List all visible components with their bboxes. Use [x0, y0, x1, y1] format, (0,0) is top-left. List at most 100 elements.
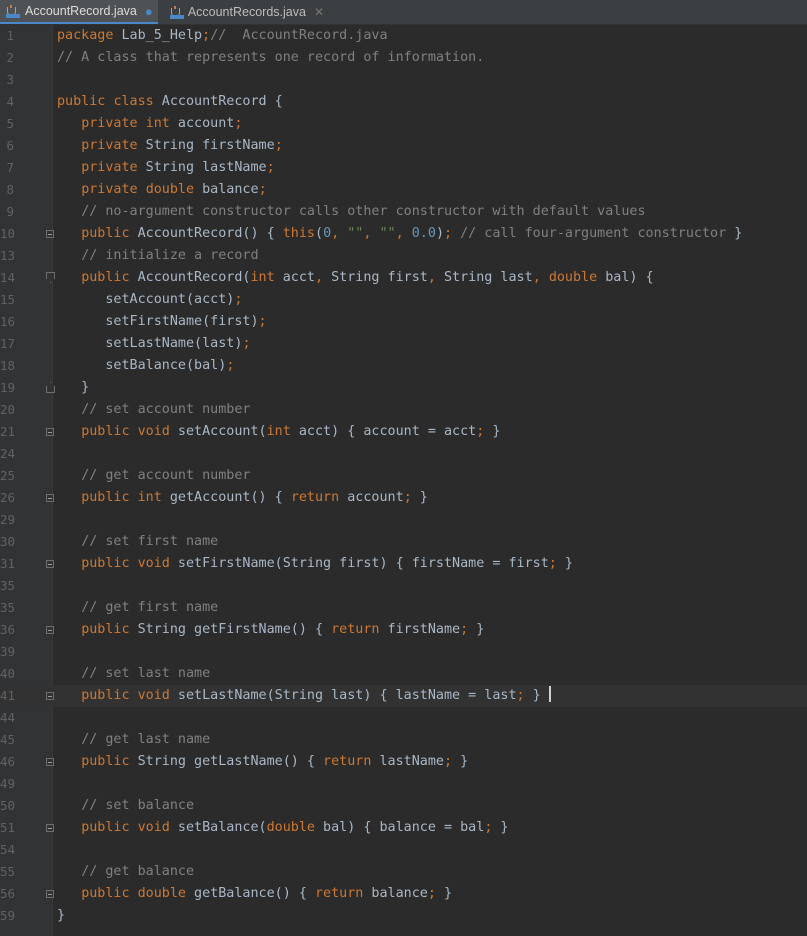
- code-line[interactable]: 35 // get first name: [0, 597, 807, 619]
- line-number: 49: [0, 776, 16, 791]
- fold-marker-icon[interactable]: [46, 758, 54, 766]
- fold-marker-icon[interactable]: [46, 230, 54, 238]
- code-text: setAccount(acct);: [57, 292, 243, 307]
- line-number: 20: [0, 402, 16, 417]
- code-line[interactable]: 10 public AccountRecord() { this(0, "", …: [0, 223, 807, 245]
- code-text: // set balance: [81, 798, 195, 813]
- line-number: 55: [0, 864, 16, 879]
- fold-marker-icon[interactable]: [46, 560, 54, 568]
- line-number: 16: [0, 314, 16, 329]
- code-line[interactable]: 49: [0, 773, 807, 795]
- line-number: 59: [0, 908, 16, 923]
- code-text: private double balance;: [81, 182, 267, 197]
- code-line[interactable]: 46 public String getLastName() { return …: [0, 751, 807, 773]
- code-line[interactable]: 26 public int getAccount() { return acco…: [0, 487, 807, 509]
- line-number: 1: [6, 28, 14, 43]
- line-number: 31: [0, 556, 16, 571]
- code-text: setBalance(bal);: [57, 358, 235, 373]
- code-line[interactable]: 29: [0, 509, 807, 531]
- fold-marker-icon[interactable]: [46, 692, 54, 700]
- code-line[interactable]: 19 }: [0, 377, 807, 399]
- code-editor[interactable]: 1 package Lab_5_Help;// AccountRecord.jav…: [0, 25, 807, 936]
- code-line[interactable]: 1 package Lab_5_Help;// AccountRecord.jav…: [0, 25, 807, 47]
- code-text: public void setBalance(double bal) { bal…: [81, 820, 509, 835]
- code-line[interactable]: 20 // set account number: [0, 399, 807, 421]
- line-number: 17: [0, 336, 16, 351]
- line-number: 24: [0, 446, 16, 461]
- code-line[interactable]: 6 private String firstName;: [0, 135, 807, 157]
- code-text: public class AccountRecord {: [57, 94, 283, 109]
- code-line[interactable]: 30 // set first name: [0, 531, 807, 553]
- code-line[interactable]: 3: [0, 69, 807, 91]
- code-line[interactable]: 2 // A class that represents one record o…: [0, 47, 807, 69]
- code-line[interactable]: 55 // get balance: [0, 861, 807, 883]
- line-number: 35: [0, 600, 16, 615]
- fold-marker-icon[interactable]: [46, 890, 54, 898]
- code-line[interactable]: 21 public void setAccount(int acct) { ac…: [0, 421, 807, 443]
- code-line[interactable]: 54: [0, 839, 807, 861]
- code-line[interactable]: 25 // get account number: [0, 465, 807, 487]
- code-line[interactable]: 7 private String lastName;: [0, 157, 807, 179]
- tab-account-records[interactable]: AccountRecords.java ✕: [164, 0, 324, 24]
- code-line[interactable]: 39: [0, 641, 807, 663]
- code-line[interactable]: 35: [0, 575, 807, 597]
- tab-account-record[interactable]: AccountRecord.java ●: [0, 0, 158, 24]
- close-icon[interactable]: ✕: [314, 5, 324, 19]
- line-number: 40: [0, 666, 16, 681]
- fold-marker-icon[interactable]: [46, 428, 54, 436]
- line-number: 45: [0, 732, 16, 747]
- code-line[interactable]: 16 setFirstName(first);: [0, 311, 807, 333]
- fold-marker-icon[interactable]: [46, 382, 55, 393]
- line-number: 15: [0, 292, 16, 307]
- line-number: 30: [0, 534, 16, 549]
- code-line[interactable]: 36 public String getFirstName() { return…: [0, 619, 807, 641]
- line-number: 51: [0, 820, 16, 835]
- code-line[interactable]: 4 public class AccountRecord {: [0, 91, 807, 113]
- java-file-icon: [6, 4, 20, 18]
- code-line[interactable]: 8 private double balance;: [0, 179, 807, 201]
- line-number: 6: [6, 138, 14, 153]
- code-line[interactable]: 24: [0, 443, 807, 465]
- code-text: public void setFirstName(String first) {…: [81, 556, 573, 571]
- code-line[interactable]: 51 public void setBalance(double bal) { …: [0, 817, 807, 839]
- code-line[interactable]: 13 // initialize a record: [0, 245, 807, 267]
- code-text: public void setAccount(int acct) { accou…: [81, 424, 501, 439]
- fold-marker-icon[interactable]: [46, 626, 54, 634]
- code-line[interactable]: 40 // set last name: [0, 663, 807, 685]
- code-line[interactable]: 9 // no-argument constructor calls other…: [0, 201, 807, 223]
- code-line[interactable]: 31 public void setFirstName(String first…: [0, 553, 807, 575]
- code-line[interactable]: 56 public double getBalance() { return b…: [0, 883, 807, 905]
- code-text: public AccountRecord(int acct, String fi…: [81, 270, 654, 285]
- code-line[interactable]: 41 public void setLastName(String last) …: [0, 685, 807, 707]
- line-number: 21: [0, 424, 16, 439]
- code-text: // get first name: [81, 600, 219, 615]
- code-line[interactable]: 18 setBalance(bal);: [0, 355, 807, 377]
- java-file-icon: [170, 5, 184, 19]
- code-line[interactable]: 50 // set balance: [0, 795, 807, 817]
- code-text: // A class that represents one record of…: [57, 50, 485, 65]
- code-line[interactable]: 44: [0, 707, 807, 729]
- code-line[interactable]: 45 // get last name: [0, 729, 807, 751]
- code-line[interactable]: 5 private int account;: [0, 113, 807, 135]
- line-number: 2: [6, 50, 14, 65]
- line-number: 26: [0, 490, 16, 505]
- line-number: 39: [0, 644, 16, 659]
- code-text: // set first name: [81, 534, 219, 549]
- code-text: // get balance: [81, 864, 195, 879]
- code-line[interactable]: 59}: [0, 905, 807, 927]
- code-text: setFirstName(first);: [57, 314, 267, 329]
- fold-marker-icon[interactable]: [46, 494, 54, 502]
- line-number: 3: [6, 72, 14, 87]
- code-text: public String getLastName() { return las…: [81, 754, 469, 769]
- fold-marker-icon[interactable]: [46, 272, 55, 283]
- line-number: 54: [0, 842, 16, 857]
- code-text: public int getAccount() { return account…: [81, 490, 428, 505]
- line-number: 8: [6, 182, 14, 197]
- fold-marker-icon[interactable]: [46, 824, 54, 832]
- line-number: 50: [0, 798, 16, 813]
- code-text: public String getFirstName() { return fi…: [81, 622, 485, 637]
- code-line[interactable]: 15 setAccount(acct);: [0, 289, 807, 311]
- code-line[interactable]: 14 public AccountRecord(int acct, String…: [0, 267, 807, 289]
- code-line[interactable]: 17 setLastName(last);: [0, 333, 807, 355]
- code-text: // get account number: [81, 468, 251, 483]
